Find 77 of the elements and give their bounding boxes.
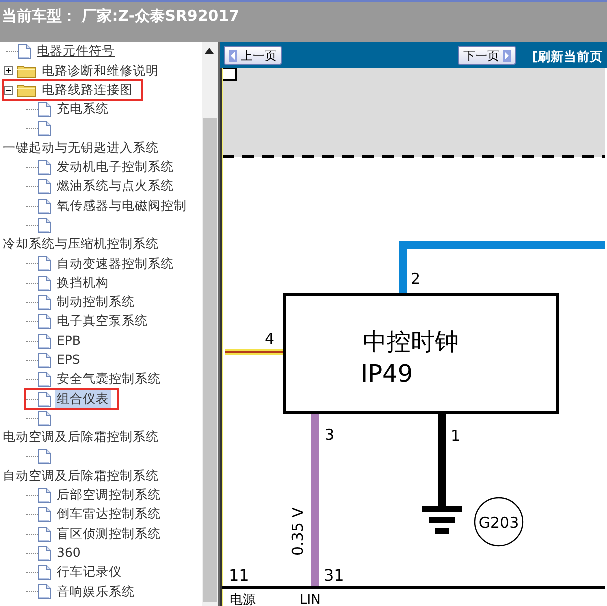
right-arrow-icon	[503, 50, 512, 62]
document-icon	[38, 410, 51, 426]
tree-item[interactable]: 组合仪表	[55, 390, 111, 408]
expand-icon[interactable]	[4, 66, 13, 76]
pin-number: 1	[451, 427, 461, 445]
document-icon	[38, 121, 51, 136]
tree-item[interactable]: 倒车雷达控制系统	[55, 505, 163, 524]
document-icon	[38, 565, 51, 580]
document-icon	[38, 334, 51, 349]
pin-number: 4	[265, 330, 275, 348]
vehicle-model: 厂家:Z-众泰SR92017	[82, 7, 240, 25]
collapse-icon[interactable]	[4, 86, 13, 95]
tree-item[interactable]: 制动控制系统	[55, 293, 137, 312]
left-arrow-icon	[229, 50, 237, 62]
next-page-button[interactable]: 下一页	[458, 46, 516, 65]
document-icon	[38, 102, 51, 118]
refresh-page-link[interactable]: [刷新当前页	[532, 48, 603, 67]
ground-id: G203	[478, 514, 520, 532]
scroll-up-icon[interactable]	[205, 48, 214, 54]
tree-item[interactable]: 冷却系统与压缩机控制系统	[1, 235, 161, 254]
tree-item[interactable]: 电路诊断和维修说明	[40, 62, 161, 80]
document-icon	[38, 526, 51, 542]
document-icon	[38, 584, 51, 600]
document-icon	[38, 314, 51, 330]
tree-item[interactable]: 安全气囊控制系统	[55, 370, 163, 390]
tree-item[interactable]: 氧传感器与电磁阀控制	[55, 196, 189, 216]
document-icon	[38, 218, 51, 233]
tree-item[interactable]: 燃油系统与点火系统	[55, 177, 176, 196]
document-icon	[38, 160, 51, 175]
folder-icon	[17, 83, 36, 98]
tree-item[interactable]: 电器元件符号	[35, 42, 117, 62]
tree-item[interactable]: 电动空调及后除霜控制系统	[1, 428, 161, 447]
header-label: 当前车型：	[2, 7, 77, 25]
document-icon	[38, 507, 51, 522]
previous-page-button[interactable]: 上一页	[224, 46, 282, 65]
tree-item[interactable]: 360	[55, 544, 83, 563]
component-id: IP49	[361, 360, 414, 388]
document-icon	[38, 449, 51, 464]
folder-icon	[17, 64, 36, 78]
document-icon	[18, 44, 31, 60]
scrollbar[interactable]	[202, 42, 218, 606]
pin-number: 11	[229, 566, 250, 585]
tree-item[interactable]: 行车记录仪	[55, 563, 124, 582]
signal-label: LIN	[300, 593, 321, 606]
tree-item[interactable]: 音响娱乐系统	[55, 582, 137, 602]
document-icon	[38, 179, 51, 194]
tree-item[interactable]: 发动机电子控制系统	[55, 158, 176, 177]
tree-item[interactable]: EPS	[55, 351, 82, 370]
signal-label: 电源	[230, 593, 256, 606]
tree-item[interactable]: 换挡机构	[55, 274, 111, 293]
ground-marker	[474, 497, 524, 547]
document-icon	[38, 488, 51, 503]
tree-item[interactable]: 电路线路连接图	[40, 80, 135, 100]
component-name: 中控时钟	[363, 328, 459, 356]
document-icon	[38, 256, 51, 272]
tree-item[interactable]: 自动空调及后除霜控制系统	[1, 466, 161, 486]
tree-item[interactable]: 一键起动与无钥匙进入系统	[1, 138, 161, 158]
tree-item[interactable]: EPB	[55, 332, 84, 350]
tree-item[interactable]: 电子真空泵系统	[55, 312, 150, 332]
tree-item[interactable]: 自动变速器控制系统	[55, 254, 176, 274]
document-icon	[38, 372, 51, 388]
ground-icon	[422, 506, 462, 534]
document-icon	[38, 352, 51, 368]
document-icon	[38, 546, 51, 561]
document-icon	[38, 276, 51, 291]
scroll-thumb[interactable]	[203, 118, 217, 602]
wire-label: 0.35 V	[289, 508, 307, 556]
tree-item[interactable]: 盲区侦测控制系统	[55, 524, 163, 544]
document-icon	[38, 295, 51, 310]
pin-number: 3	[325, 426, 335, 444]
document-icon	[38, 392, 51, 406]
document-icon	[38, 198, 51, 214]
wire	[225, 349, 283, 355]
pin-number: 31	[324, 566, 344, 585]
pin-number: 2	[411, 270, 421, 288]
tree-item[interactable]: 后部空调控制系统	[55, 486, 163, 505]
tree-item[interactable]: 充电系统	[55, 100, 111, 119]
